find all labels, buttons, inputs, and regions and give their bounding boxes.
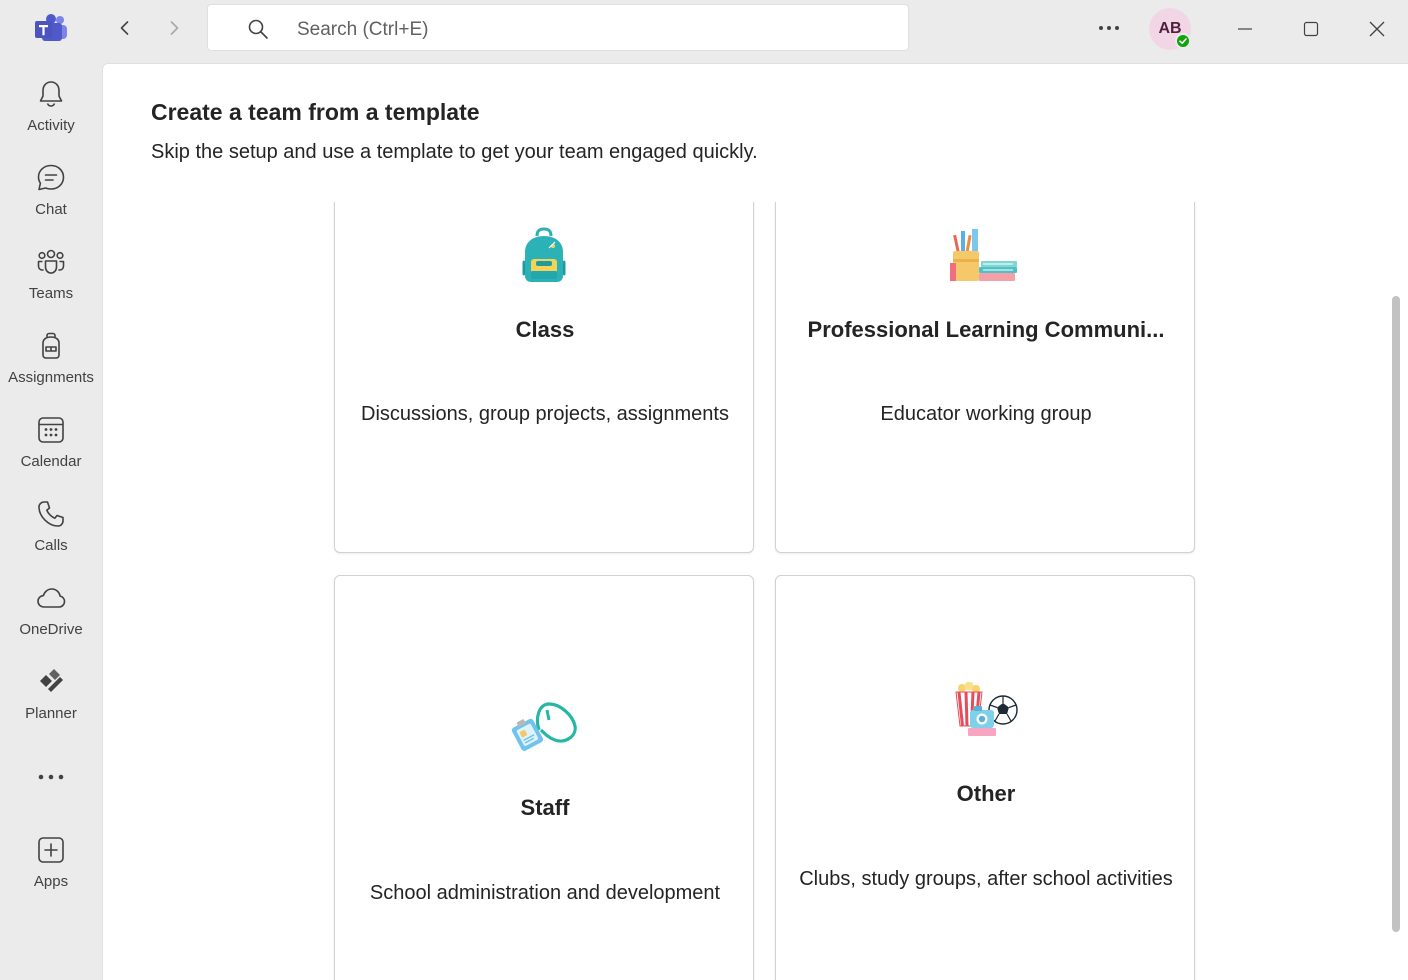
- page-title: Create a team from a template: [151, 99, 480, 125]
- template-card-description: Educator working group: [880, 403, 1092, 425]
- rail-item-label: Calendar: [20, 453, 82, 470]
- search-input[interactable]: Search (Ctrl+E): [207, 4, 909, 51]
- template-card-title: Staff: [520, 795, 570, 820]
- rail-item-teams[interactable]: Teams: [0, 246, 102, 316]
- add-apps-icon: [38, 837, 64, 863]
- more-options-button[interactable]: [1094, 14, 1124, 42]
- maximize-icon: [1303, 21, 1319, 37]
- template-card-title: Class: [515, 317, 575, 342]
- title-bar: Search (Ctrl+E) AB: [0, 0, 1408, 63]
- back-button[interactable]: [111, 14, 139, 42]
- template-card-plc[interactable]: Professional Learning Communi... Educato…: [775, 202, 1195, 553]
- phone-icon: [38, 501, 64, 527]
- rail-item-chat[interactable]: Chat: [0, 162, 102, 232]
- forward-button[interactable]: [160, 14, 188, 42]
- chat-icon: [37, 164, 65, 191]
- more-apps-button[interactable]: [36, 767, 66, 787]
- presence-available-icon: [1175, 33, 1191, 49]
- rail-item-apps[interactable]: Apps: [0, 834, 102, 904]
- id-badge-lanyard-illustration-icon: [335, 700, 753, 752]
- close-button[interactable]: [1362, 14, 1392, 44]
- backpack-illustration-icon: [335, 226, 753, 286]
- rail-item-onedrive[interactable]: OneDrive: [0, 582, 102, 652]
- template-card-staff[interactable]: Staff School administration and developm…: [334, 575, 754, 980]
- search-placeholder: Search (Ctrl+E): [297, 19, 429, 40]
- popcorn-camera-ball-illustration-icon: [776, 682, 1194, 738]
- app-rail: Activity Chat Teams Assignments Calendar…: [0, 63, 102, 980]
- pencil-cup-books-illustration-icon: [776, 229, 1194, 283]
- page-subtitle: Skip the setup and use a template to get…: [151, 141, 758, 163]
- template-card-description: School administration and development: [369, 882, 721, 904]
- template-card-other[interactable]: Other Clubs, study groups, after school …: [775, 575, 1195, 980]
- rail-item-calls[interactable]: Calls: [0, 498, 102, 568]
- rail-item-planner[interactable]: Planner: [0, 666, 102, 736]
- rail-item-label: Planner: [25, 705, 77, 722]
- cloud-icon: [37, 588, 66, 608]
- template-card-description: Clubs, study groups, after school activi…: [799, 868, 1173, 890]
- ellipsis-icon: [38, 774, 64, 780]
- rail-item-calendar[interactable]: Calendar: [0, 414, 102, 484]
- template-card-description: Discussions, group projects, assignments: [361, 403, 729, 425]
- chevron-left-icon: [120, 21, 129, 35]
- template-card-title: Other: [956, 781, 1016, 806]
- main-panel: Create a team from a template Skip the s…: [102, 63, 1408, 980]
- maximize-button[interactable]: [1296, 14, 1326, 44]
- rail-item-label: Calls: [34, 537, 68, 554]
- scrollbar-thumb[interactable]: [1392, 296, 1400, 932]
- rail-item-label: OneDrive: [19, 621, 83, 638]
- minimize-button[interactable]: [1230, 14, 1260, 44]
- rail-item-label: Apps: [33, 873, 69, 890]
- teams-logo-icon: [34, 13, 68, 43]
- rail-item-label: Assignments: [8, 369, 94, 386]
- template-card-title: Professional Learning Communi...: [807, 317, 1165, 342]
- backpack-icon: [42, 332, 60, 359]
- rail-item-assignments[interactable]: Assignments: [0, 330, 102, 400]
- close-icon: [1369, 21, 1385, 37]
- bell-icon: [39, 81, 63, 107]
- template-list[interactable]: Class Discussions, group projects, assig…: [103, 202, 1393, 980]
- planner-icon: [40, 669, 63, 692]
- calendar-icon: [38, 417, 64, 443]
- chevron-right-icon: [170, 21, 179, 35]
- template-card-class[interactable]: Class Discussions, group projects, assig…: [334, 202, 754, 553]
- rail-item-label: Teams: [28, 285, 74, 302]
- rail-item-activity[interactable]: Activity: [0, 78, 102, 148]
- minimize-icon: [1238, 28, 1252, 30]
- search-icon: [248, 19, 268, 39]
- teams-icon: [37, 249, 65, 274]
- rail-item-label: Chat: [35, 201, 67, 218]
- rail-item-label: Activity: [27, 117, 75, 134]
- ellipsis-icon: [1099, 26, 1119, 30]
